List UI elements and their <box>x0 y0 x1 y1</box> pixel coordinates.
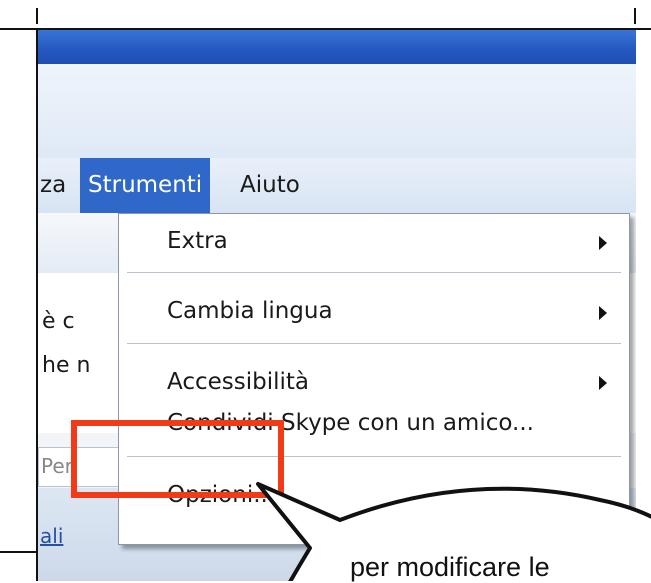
speech-bubble <box>256 482 651 581</box>
callout-text: per modificare le <box>350 552 550 582</box>
